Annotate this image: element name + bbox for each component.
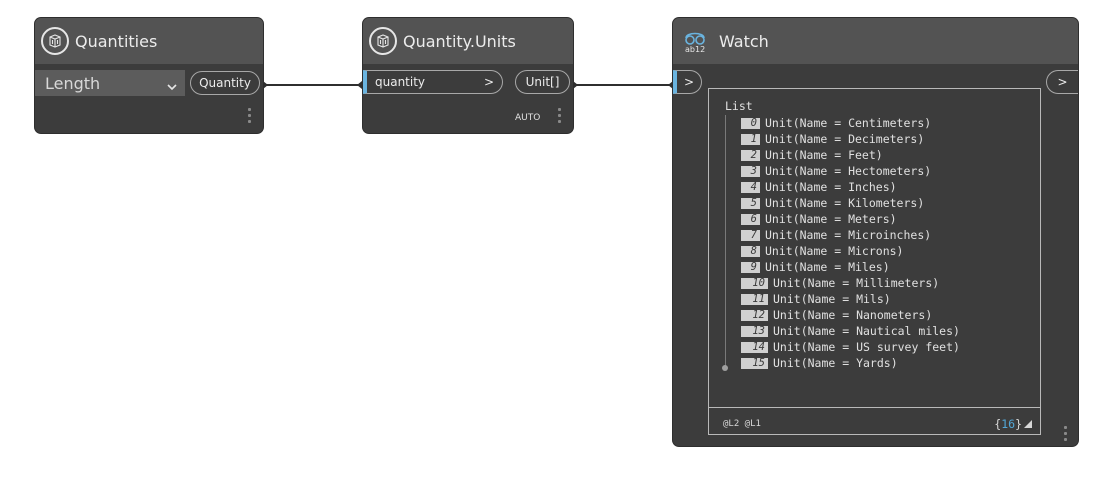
- port-label: Unit[]: [525, 75, 560, 89]
- list-tree-node: [722, 365, 728, 371]
- list-item-value: Unit(Name = Decimeters): [765, 132, 925, 146]
- quantities-node[interactable]: Quantities Length Quantity: [35, 18, 263, 133]
- list-item-value: Unit(Name = Nanometers): [773, 308, 933, 322]
- panel-divider: [709, 407, 1040, 408]
- list-item: 14 Unit(Name = US survey feet): [741, 339, 960, 355]
- list-item-index: 3: [741, 165, 760, 177]
- node-menu-icon[interactable]: [248, 108, 251, 126]
- watch-list: 0 Unit(Name = Centimeters) 1 Unit(Name = De…: [741, 115, 960, 371]
- list-item: 1 Unit(Name = Decimeters): [741, 131, 960, 147]
- watch-node[interactable]: ab12 Watch > > List 0 Unit(Name = Centime…: [673, 18, 1078, 446]
- node-header[interactable]: Quantities: [35, 18, 263, 64]
- list-item-index: 15: [741, 357, 768, 369]
- dynamo-node-icon: [41, 27, 69, 55]
- count-value: 16: [1001, 417, 1016, 431]
- node-title: Watch: [719, 31, 769, 51]
- list-item-index: 8: [741, 245, 760, 257]
- list-item-index: 9: [741, 261, 760, 273]
- node-title: Quantity.Units: [403, 31, 516, 51]
- svg-text:ab12: ab12: [685, 45, 705, 54]
- list-item-value: Unit(Name = Meters): [765, 212, 897, 226]
- list-item: 5 Unit(Name = Kilometers): [741, 195, 960, 211]
- list-item: 15 Unit(Name = Yards): [741, 355, 960, 371]
- list-item-value: Unit(Name = US survey feet): [773, 340, 960, 354]
- list-item-value: Unit(Name = Feet): [765, 148, 883, 162]
- chevron-right-icon: >: [1057, 75, 1068, 89]
- list-item-index: 7: [741, 229, 760, 241]
- list-item: 11 Unit(Name = Mils): [741, 291, 960, 307]
- chevron-right-icon: >: [483, 75, 494, 89]
- list-item-index: 11: [741, 293, 768, 305]
- port-label: quantity: [375, 75, 426, 89]
- wire-quantities-to-units[interactable]: [266, 84, 362, 86]
- list-item-index: 2: [741, 149, 760, 161]
- list-item: 0 Unit(Name = Centimeters): [741, 115, 960, 131]
- list-item-value: Unit(Name = Centimeters): [765, 116, 932, 130]
- list-item-index: 5: [741, 197, 760, 209]
- list-item: 8 Unit(Name = Microns): [741, 243, 960, 259]
- list-item: 2 Unit(Name = Feet): [741, 147, 960, 163]
- list-item: 9 Unit(Name = Miles): [741, 259, 960, 275]
- item-count: {16}: [994, 417, 1032, 431]
- node-header[interactable]: ab12 Watch: [673, 18, 1078, 64]
- list-item-value: Unit(Name = Nautical miles): [773, 324, 960, 338]
- chevron-right-icon: >: [683, 75, 695, 89]
- node-menu-icon[interactable]: [558, 108, 561, 126]
- list-label: List: [725, 99, 753, 113]
- lacing-label[interactable]: AUTO: [515, 113, 540, 123]
- list-item-index: 0: [741, 117, 760, 129]
- list-item-value: Unit(Name = Hectometers): [765, 164, 932, 178]
- list-item-value: Unit(Name = Inches): [765, 180, 897, 194]
- node-title: Quantities: [75, 31, 158, 51]
- port-label: Quantity: [199, 76, 251, 90]
- chevron-down-icon: [167, 77, 177, 96]
- list-item: 10 Unit(Name = Millimeters): [741, 275, 960, 291]
- wire-start-connector: [263, 81, 268, 89]
- quantity-dropdown[interactable]: Length: [35, 70, 185, 96]
- list-levels[interactable]: @L2 @L1: [723, 419, 761, 429]
- list-item: 12 Unit(Name = Nanometers): [741, 307, 960, 323]
- list-item-index: 12: [741, 309, 768, 321]
- list-item: 13 Unit(Name = Nautical miles): [741, 323, 960, 339]
- list-item-value: Unit(Name = Millimeters): [773, 276, 940, 290]
- list-item: 7 Unit(Name = Microinches): [741, 227, 960, 243]
- list-item: 3 Unit(Name = Hectometers): [741, 163, 960, 179]
- list-item-value: Unit(Name = Kilometers): [765, 196, 925, 210]
- list-item-value: Unit(Name = Yards): [773, 356, 898, 370]
- watch-glasses-icon: ab12: [683, 28, 707, 54]
- list-tree-line: [725, 115, 726, 369]
- quantity-units-node[interactable]: Quantity.Units quantity > Unit[] AUTO: [363, 18, 573, 133]
- list-item: 4 Unit(Name = Inches): [741, 179, 960, 195]
- dynamo-node-icon: [369, 27, 397, 55]
- output-port[interactable]: >: [1046, 70, 1078, 94]
- watch-output-panel[interactable]: List 0 Unit(Name = Centimeters) 1 Unit(Name…: [708, 88, 1041, 435]
- output-port-units[interactable]: Unit[]: [515, 70, 570, 94]
- list-item: 6 Unit(Name = Meters): [741, 211, 960, 227]
- list-item-value: Unit(Name = Microinches): [765, 228, 932, 242]
- dropdown-value: Length: [45, 73, 101, 93]
- input-port[interactable]: >: [673, 70, 702, 94]
- output-port-quantity[interactable]: Quantity: [190, 71, 260, 95]
- list-item-index: 14: [741, 341, 768, 353]
- list-item-value: Unit(Name = Mils): [773, 292, 891, 306]
- list-item-index: 1: [741, 133, 760, 145]
- list-item-index: 4: [741, 181, 760, 193]
- node-header[interactable]: Quantity.Units: [363, 18, 573, 64]
- resize-corner-icon[interactable]: [1024, 420, 1032, 428]
- wire-units-to-watch[interactable]: [576, 84, 674, 86]
- list-item-index: 13: [741, 325, 768, 337]
- node-menu-icon[interactable]: [1064, 426, 1067, 444]
- list-item-index: 10: [741, 277, 768, 289]
- list-item-value: Unit(Name = Microns): [765, 244, 904, 258]
- list-item-value: Unit(Name = Miles): [765, 260, 890, 274]
- wire-end-connector: [357, 81, 362, 89]
- input-port-quantity[interactable]: quantity >: [363, 70, 503, 94]
- wire-start-connector: [573, 81, 578, 89]
- list-item-index: 6: [741, 213, 760, 225]
